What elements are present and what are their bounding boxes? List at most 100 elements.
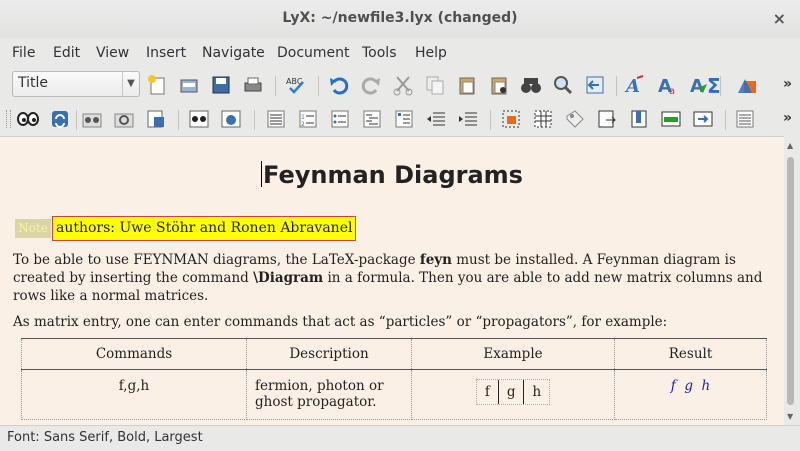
intro-paragraph[interactable]: To be able to use FEYNMAN diagrams, the …	[13, 251, 777, 305]
main-toolbar: Title ▼ ABC A Aa A Σ »	[0, 68, 800, 102]
copy-icon[interactable]	[424, 74, 446, 96]
layout-select[interactable]: Title ▼	[12, 71, 140, 97]
save-icon[interactable]	[210, 74, 232, 96]
outline-icon[interactable]	[393, 108, 415, 130]
table-of-contents-icon[interactable]	[734, 108, 756, 130]
text-style-icon[interactable]: A	[624, 74, 646, 96]
document-title-text: Feynman Diagrams	[263, 161, 523, 189]
layout-select-value: Title	[18, 75, 49, 91]
example-h: h	[523, 380, 549, 404]
insert-citation-icon[interactable]	[628, 108, 650, 130]
scrollbar-thumb[interactable]	[787, 157, 794, 405]
export-icon[interactable]	[145, 108, 167, 130]
intro-diagram-command: \Diagram	[253, 270, 324, 286]
secondary-toolbar: 12 »	[0, 102, 800, 136]
cell-example[interactable]: f g h	[411, 369, 615, 420]
toolbar-grip[interactable]	[6, 110, 11, 128]
scroll-up-icon[interactable]: ▲	[787, 141, 793, 150]
open-icon[interactable]	[178, 74, 200, 96]
insert-table-icon[interactable]	[532, 108, 554, 130]
toolbar-overflow-icon[interactable]: »	[783, 76, 792, 92]
svg-text:A: A	[690, 76, 704, 96]
menu-navigate[interactable]: Navigate	[202, 45, 265, 61]
description-list-icon[interactable]	[361, 108, 383, 130]
svg-text:2: 2	[301, 121, 305, 128]
svg-text:A: A	[624, 76, 640, 96]
svg-text:a: a	[669, 86, 675, 96]
menu-help[interactable]: Help	[415, 45, 447, 61]
table-row[interactable]: f,g,h fermion, photon or ghost propagato…	[21, 369, 767, 420]
font-style-icon[interactable]: Aa	[656, 74, 678, 96]
intro-text-1: To be able to use	[13, 252, 134, 268]
intro-text-2: diagrams, the LaTeX-package	[208, 252, 420, 268]
status-bar: Font: Sans Serif, Bold, Largest	[0, 425, 800, 451]
header-commands[interactable]: Commands	[21, 338, 247, 370]
insert-graphics-icon[interactable]	[736, 74, 758, 96]
header-example[interactable]: Example	[411, 338, 615, 370]
result-diagram: f g h	[670, 378, 711, 394]
spellcheck-icon[interactable]: ABC	[285, 74, 307, 96]
undo-icon[interactable]	[328, 74, 350, 96]
new-document-icon[interactable]	[146, 74, 168, 96]
toolbar2-overflow-icon[interactable]: »	[783, 110, 792, 126]
align-icon[interactable]	[265, 108, 287, 130]
header-description[interactable]: Description	[246, 338, 412, 370]
example-g: g	[497, 380, 524, 404]
goto-icon[interactable]	[584, 74, 606, 96]
bullet-list-icon[interactable]	[329, 108, 351, 130]
header-result[interactable]: Result	[614, 338, 767, 370]
title-bar: LyX: ~/newfile3.lyx (changed) ×	[0, 0, 800, 39]
document-area[interactable]: Feynman Diagrams Note authors: Uwe Stöhr…	[0, 136, 784, 426]
insert-float-icon[interactable]	[500, 108, 522, 130]
update-icon[interactable]	[49, 108, 71, 130]
cell-result[interactable]: f g h	[614, 369, 767, 420]
menu-tools[interactable]: Tools	[362, 45, 397, 61]
view-other-icon[interactable]	[188, 108, 210, 130]
example-f: f	[484, 384, 490, 400]
status-text: Font: Sans Serif, Bold, Largest	[7, 430, 203, 445]
commands-table[interactable]: Commands Description Example Result f,g,…	[21, 338, 767, 420]
menu-edit[interactable]: Edit	[53, 45, 80, 61]
matrix-paragraph[interactable]: As matrix entry, one can enter commands …	[13, 313, 777, 331]
note-inset-label[interactable]: Note	[15, 219, 51, 238]
cut-icon[interactable]	[392, 74, 414, 96]
math-sum-icon[interactable]: Σ	[704, 74, 726, 96]
increase-depth-icon[interactable]	[457, 108, 479, 130]
view-master-icon[interactable]	[81, 108, 103, 130]
paste-icon[interactable]	[456, 74, 478, 96]
svg-text:1: 1	[301, 114, 305, 121]
insert-footnote-icon[interactable]	[692, 108, 714, 130]
scroll-down-icon[interactable]: ▼	[787, 412, 793, 421]
numbered-list-icon[interactable]: 12	[297, 108, 319, 130]
menu-bar: File Edit View Insert Navigate Document …	[0, 38, 800, 68]
search-icon[interactable]	[552, 74, 574, 96]
svg-text:Σ: Σ	[707, 74, 721, 96]
insert-label-icon[interactable]	[564, 108, 586, 130]
cell-description[interactable]: fermion, photon or ghost propagator.	[246, 369, 412, 420]
menu-file[interactable]: File	[12, 45, 35, 61]
print-icon[interactable]	[242, 74, 264, 96]
example-matrix[interactable]: f g h	[475, 379, 551, 405]
cell-command[interactable]: f,g,h	[21, 369, 247, 420]
intro-feyn-package: feyn	[419, 252, 452, 268]
find-binoculars-icon[interactable]	[520, 74, 542, 96]
text-cursor	[261, 161, 263, 187]
insert-index-icon[interactable]	[660, 108, 682, 130]
chevron-down-icon[interactable]: ▼	[122, 72, 139, 96]
view-icon[interactable]	[17, 108, 39, 130]
vertical-scrollbar[interactable]: ▲ ▼	[784, 137, 800, 425]
authors-note[interactable]: authors: Uwe Stöhr and Ronen Abravanel	[52, 216, 357, 241]
update-other-icon[interactable]	[220, 108, 242, 130]
document-title[interactable]: Feynman Diagrams	[0, 161, 784, 189]
intro-feynman: FEYNMAN	[133, 252, 209, 268]
close-icon[interactable]: ×	[773, 9, 786, 28]
menu-document[interactable]: Document	[277, 45, 350, 61]
decrease-depth-icon[interactable]	[425, 108, 447, 130]
update-master-icon[interactable]	[113, 108, 135, 130]
redo-icon[interactable]	[360, 74, 382, 96]
insert-reference-icon[interactable]	[596, 108, 618, 130]
window-title: LyX: ~/newfile3.lyx (changed)	[282, 10, 518, 26]
menu-insert[interactable]: Insert	[146, 45, 186, 61]
menu-view[interactable]: View	[96, 45, 129, 61]
paste-special-icon[interactable]	[488, 74, 510, 96]
